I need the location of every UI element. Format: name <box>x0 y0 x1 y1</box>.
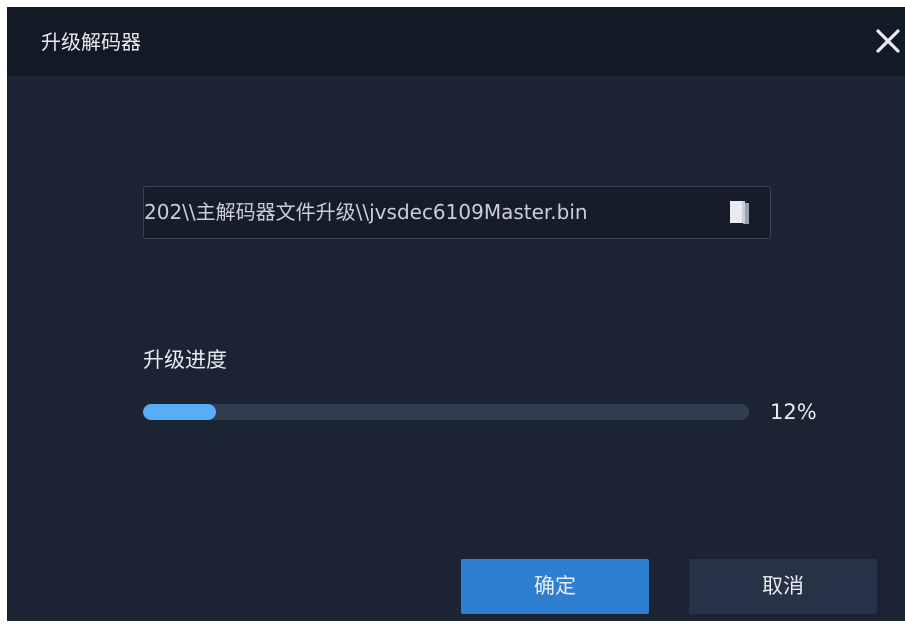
cancel-button[interactable]: 取消 <box>689 559 877 614</box>
title-bar: 升级解码器 <box>7 7 905 76</box>
progress-fill <box>143 404 216 420</box>
dialog-title: 升级解码器 <box>41 30 141 54</box>
progress-percent: 12% <box>770 400 817 424</box>
progress-bar <box>143 404 749 420</box>
folder-browse-icon[interactable] <box>729 200 751 225</box>
file-path-value: 202\\主解码器文件升级\\jvsdec6109Master.bin <box>144 200 588 224</box>
upgrade-decoder-dialog: 升级解码器 202\\主解码器文件升级\\jvsdec6109Master.bi… <box>7 7 905 621</box>
close-icon[interactable] <box>873 26 903 56</box>
file-path-field[interactable]: 202\\主解码器文件升级\\jvsdec6109Master.bin <box>143 186 771 239</box>
confirm-button[interactable]: 确定 <box>461 559 649 614</box>
progress-label: 升级进度 <box>143 348 227 372</box>
